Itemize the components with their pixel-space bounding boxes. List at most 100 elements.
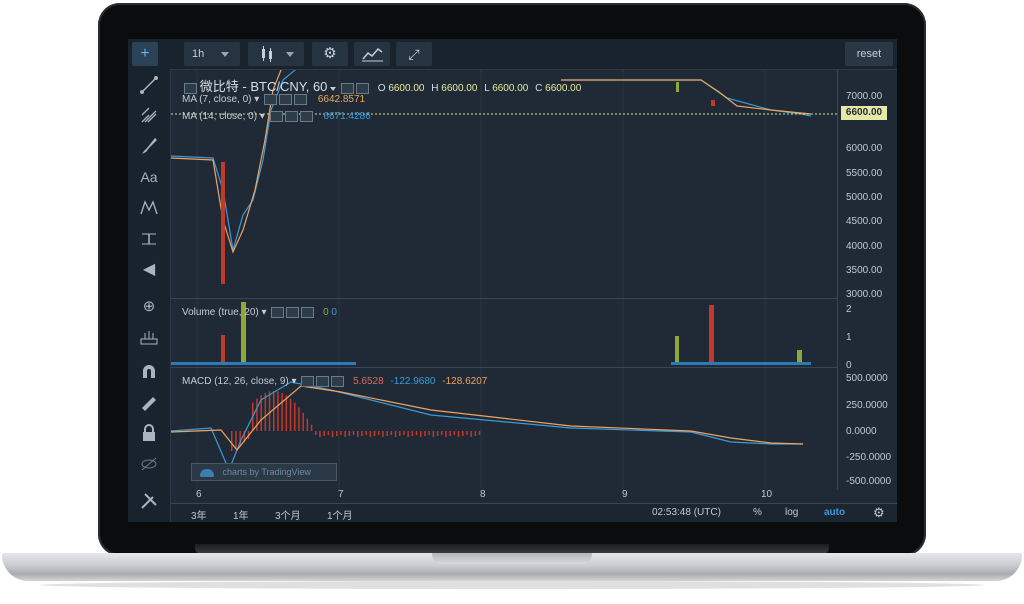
macd-histogram-bar bbox=[424, 431, 426, 436]
magnet-icon[interactable] bbox=[128, 358, 170, 386]
macd-histogram-bar bbox=[399, 431, 401, 436]
brush-icon[interactable] bbox=[128, 132, 170, 160]
macd-histogram-bar bbox=[403, 431, 405, 435]
macd-histogram-bar bbox=[315, 431, 317, 435]
ma14-legend[interactable]: MA (14, close, 0) ▾ 6671.4286 bbox=[182, 111, 371, 122]
auto-toggle[interactable]: auto bbox=[824, 507, 845, 518]
price-label: 6000.00 bbox=[846, 143, 883, 154]
macd-histogram-bar bbox=[466, 431, 468, 435]
indicators-chart-icon bbox=[362, 47, 383, 62]
close-value: 6600.00 bbox=[545, 83, 582, 94]
macd-histogram-bar bbox=[289, 398, 292, 431]
candlestick-icon bbox=[262, 46, 294, 62]
settings-icon[interactable] bbox=[316, 376, 330, 387]
zoom-in-icon[interactable]: ⊕ bbox=[128, 292, 170, 320]
hide-drawings-icon[interactable] bbox=[128, 450, 170, 478]
crosshair-icon[interactable]: + bbox=[132, 42, 158, 66]
pane-divider[interactable] bbox=[171, 367, 897, 368]
settings-icon[interactable] bbox=[284, 111, 298, 122]
close-icon[interactable] bbox=[294, 94, 308, 105]
chevron-down-icon bbox=[330, 87, 337, 91]
ruler-icon[interactable] bbox=[128, 323, 170, 351]
eye-icon[interactable] bbox=[301, 376, 315, 387]
volume-axis-label: 1 bbox=[846, 332, 852, 343]
macd-histogram-bar bbox=[357, 431, 359, 437]
low-label: L bbox=[484, 83, 490, 94]
remove-drawings-icon[interactable] bbox=[128, 487, 170, 515]
price-chart[interactable] bbox=[171, 70, 837, 490]
back-arrow-icon[interactable]: ◀ bbox=[128, 255, 170, 283]
volume-bar bbox=[221, 335, 225, 365]
fullscreen-icon[interactable]: ⤢ bbox=[396, 42, 432, 66]
price-label: 3000.00 bbox=[846, 289, 883, 300]
macd-histogram-bar bbox=[386, 431, 388, 436]
chart-type-select[interactable] bbox=[248, 42, 304, 66]
pattern-icon[interactable] bbox=[128, 194, 170, 222]
macd-histogram-bar bbox=[294, 402, 296, 431]
settings-icon[interactable] bbox=[355, 82, 369, 94]
interval-value: 1h bbox=[192, 48, 205, 60]
trend-line-icon[interactable] bbox=[128, 71, 170, 99]
macd-histogram-bar bbox=[365, 431, 367, 435]
macd-axis-label: -250.0000 bbox=[846, 452, 892, 463]
pitchfork-icon[interactable] bbox=[128, 101, 170, 129]
time-label: 10 bbox=[761, 489, 773, 500]
macd-histogram-bar bbox=[453, 431, 456, 435]
reset-button[interactable]: reset bbox=[845, 42, 893, 66]
close-label: C bbox=[535, 83, 543, 94]
close-icon[interactable] bbox=[301, 307, 315, 318]
macd-histogram-bar bbox=[331, 431, 334, 437]
volume-legend[interactable]: Volume (true, 20) ▾ 0 0 bbox=[182, 307, 337, 318]
price-label: 5500.00 bbox=[846, 168, 883, 179]
lock-icon[interactable] bbox=[128, 419, 170, 447]
range-1y[interactable]: 1年 bbox=[233, 507, 249, 522]
ma7-legend[interactable]: MA (7, close, 0) ▾ 6642.8571 bbox=[182, 94, 365, 105]
text-tool-icon[interactable]: Aa bbox=[128, 163, 170, 191]
macd-histogram-bar bbox=[268, 391, 271, 431]
time-label: 7 bbox=[338, 489, 344, 500]
macd-axis-label: 500.0000 bbox=[846, 373, 888, 384]
macd-histogram-bar bbox=[348, 431, 351, 436]
macd-histogram-bar bbox=[390, 431, 393, 435]
macd-histogram-bar bbox=[369, 431, 372, 437]
close-icon[interactable] bbox=[299, 111, 313, 122]
close-icon[interactable] bbox=[331, 376, 345, 387]
eye-icon[interactable] bbox=[340, 82, 354, 94]
volume-axis-label: 2 bbox=[846, 304, 852, 315]
settings-icon[interactable] bbox=[279, 94, 293, 105]
symbol-legend[interactable]: 微比特 - BTC/CNY, 60 O 6600.00 H 6600.00 L … bbox=[182, 76, 581, 95]
interval-select[interactable]: 1h bbox=[184, 42, 240, 66]
collapse-icon[interactable] bbox=[184, 82, 197, 94]
tradingview-watermark[interactable]: charts by TradingView bbox=[191, 463, 337, 481]
settings-icon[interactable] bbox=[286, 307, 300, 318]
range-3m[interactable]: 3个月 bbox=[275, 507, 301, 522]
percent-toggle[interactable]: % bbox=[753, 507, 762, 518]
macd-histogram-bar bbox=[327, 431, 330, 435]
settings-gear-icon[interactable]: ⚙ bbox=[873, 505, 885, 521]
range-3y[interactable]: 3年 bbox=[191, 507, 207, 522]
macd-legend[interactable]: MACD (12, 26, close, 9) ▾ 5.6528 -122.96… bbox=[182, 376, 487, 387]
macd-histogram-bar bbox=[336, 431, 338, 436]
price-label: 5000.00 bbox=[846, 192, 883, 203]
measure-icon[interactable] bbox=[128, 225, 170, 253]
macd-histogram-bar bbox=[445, 431, 447, 437]
log-toggle[interactable]: log bbox=[785, 507, 798, 518]
macd-histogram-bar bbox=[478, 431, 481, 435]
clock-display: 02:53:48 (UTC) bbox=[652, 507, 721, 518]
eye-icon[interactable] bbox=[271, 307, 285, 318]
watermark-text: charts by TradingView bbox=[222, 467, 311, 477]
settings-gear-icon[interactable]: ⚙ bbox=[312, 42, 348, 66]
pane-divider[interactable] bbox=[171, 298, 897, 299]
price-axis[interactable]: 7000.00 6600.00 6000.00 5500.00 5000.00 … bbox=[837, 70, 897, 490]
stay-drawing-icon[interactable] bbox=[128, 389, 170, 417]
indicators-icon[interactable] bbox=[354, 42, 390, 66]
macd-histogram-bar bbox=[352, 431, 355, 435]
range-1m[interactable]: 1个月 bbox=[327, 507, 353, 522]
macd-histogram-bar bbox=[361, 431, 363, 436]
eye-icon[interactable] bbox=[264, 94, 278, 105]
drawing-toolbar: Aa ◀ ⊕ bbox=[128, 69, 171, 522]
eye-icon[interactable] bbox=[269, 111, 283, 122]
macd-histogram-bar bbox=[281, 392, 283, 431]
ma14-title: MA (14, close, 0) bbox=[182, 111, 258, 123]
macd-histogram-bar bbox=[407, 431, 409, 437]
